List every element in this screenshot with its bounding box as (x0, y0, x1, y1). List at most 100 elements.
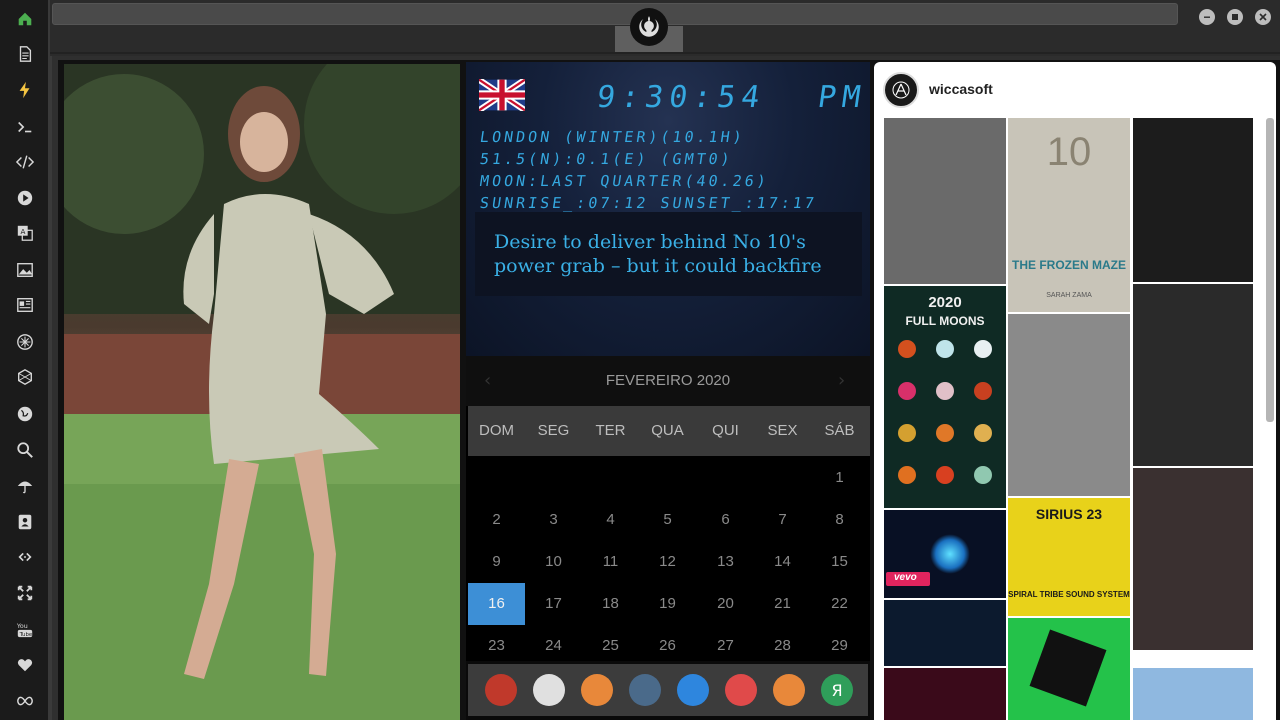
tile-stage-red[interactable] (884, 668, 1006, 720)
calendar-day[interactable]: 14 (754, 541, 811, 583)
calendar-day[interactable]: 5 (639, 499, 696, 541)
weekday-label: SEG (537, 422, 570, 439)
tile-vevo-lights[interactable]: vevo (884, 510, 1006, 598)
tile-woman-dress-bw[interactable] (1008, 314, 1130, 496)
calendar-day[interactable]: 26 (639, 625, 696, 667)
calendar-day[interactable]: 1 (811, 457, 868, 499)
clock-location: LONDON (WINTER)(10.1H) (478, 128, 746, 146)
moon-icon (974, 424, 992, 442)
contacts-icon[interactable] (14, 511, 36, 533)
terminal-icon[interactable] (14, 116, 36, 138)
calendar-day[interactable]: 23 (468, 625, 525, 667)
calendar-day[interactable]: 12 (639, 541, 696, 583)
calendar-day[interactable]: 28 (754, 625, 811, 667)
code-icon[interactable] (14, 151, 36, 173)
moon-icon (974, 466, 992, 484)
lightning-icon[interactable] (14, 79, 36, 101)
black-shape (1029, 629, 1107, 707)
tile-book-frozen-maze-author: SARAH ZAMA (1046, 292, 1092, 299)
address-bar[interactable] (52, 3, 1178, 25)
tile-woman-coat[interactable] (884, 118, 1006, 284)
calendar-day[interactable]: 19 (639, 583, 696, 625)
moon-icon (936, 382, 954, 400)
expand-icon[interactable] (14, 582, 36, 604)
calendar-day[interactable]: 21 (754, 583, 811, 625)
tile-church[interactable] (1133, 668, 1253, 720)
play-icon[interactable] (14, 187, 36, 209)
moon-icon (974, 382, 992, 400)
tile-book-frozen-maze[interactable]: 10 THE FROZEN MAZE SARAH ZAMA (1008, 118, 1130, 312)
calendar-app-icon[interactable] (725, 674, 757, 706)
maximize-button[interactable] (1227, 9, 1243, 25)
weekday-label: TER (595, 422, 626, 439)
minimize-button[interactable] (1199, 9, 1215, 25)
profile-avatar[interactable] (883, 72, 919, 108)
sidebar-scrollbar[interactable] (48, 0, 52, 720)
calendar-day[interactable]: 29 (811, 625, 868, 667)
tile-full-moons[interactable]: 2020 FULL MOONS (884, 286, 1006, 508)
calendar-day[interactable]: 11 (582, 541, 639, 583)
calendar-day[interactable]: 3 (525, 499, 582, 541)
tile-green-art[interactable] (1008, 618, 1130, 720)
youtube-icon[interactable]: You Tube (14, 618, 36, 640)
calendar-day[interactable]: 22 (811, 583, 868, 625)
weekday-label: SEX (767, 422, 798, 439)
umbrella-icon[interactable] (14, 475, 36, 497)
tile-fashion-show[interactable] (1133, 468, 1253, 650)
calendar-day[interactable]: 27 (697, 625, 754, 667)
search-app-icon[interactable] (581, 674, 613, 706)
tile-full-moons-title: 2020 (928, 294, 962, 311)
calendar-day-today[interactable]: 16 (468, 583, 525, 625)
svg-text:You: You (16, 623, 28, 630)
calendar-day[interactable]: 20 (697, 583, 754, 625)
moon-icon (936, 466, 954, 484)
calendar-day[interactable]: 4 (582, 499, 639, 541)
hexagon-icon[interactable] (14, 366, 36, 388)
ya-app-icon[interactable]: Я (821, 674, 853, 706)
heart-icon[interactable] (14, 654, 36, 676)
calendar-day[interactable]: 24 (525, 625, 582, 667)
tile-concert[interactable] (884, 600, 1006, 666)
calendar-day[interactable]: 18 (582, 583, 639, 625)
calendar-day[interactable]: 15 (811, 541, 868, 583)
infinity-icon[interactable] (14, 690, 36, 712)
calendar-day[interactable]: 8 (811, 499, 868, 541)
close-button[interactable] (1255, 9, 1271, 25)
globe-app-icon[interactable] (677, 674, 709, 706)
tile-book-frozen-maze-number: 10 (1046, 130, 1092, 174)
uk-flag-icon (477, 77, 527, 113)
tile-ornate-bw[interactable] (1133, 284, 1253, 466)
rebel-icon[interactable] (14, 331, 36, 353)
calendar-day[interactable]: 2 (468, 499, 525, 541)
calendar-day[interactable]: 13 (697, 541, 754, 583)
news-headline[interactable]: Desire to deliver behind No 10's power g… (494, 230, 844, 278)
calendar-day[interactable]: 6 (697, 499, 754, 541)
home-icon[interactable] (14, 8, 36, 30)
newspaper-icon[interactable] (533, 674, 565, 706)
triangle-app-icon[interactable] (485, 674, 517, 706)
clock-app-icon[interactable] (629, 674, 661, 706)
image-icon[interactable] (14, 259, 36, 281)
calendar-day[interactable]: 9 (468, 541, 525, 583)
rebel-alliance-logo-icon[interactable] (630, 8, 668, 46)
news-icon[interactable] (14, 294, 36, 316)
sidebar (0, 0, 52, 720)
clock-time: 9:30:54 (594, 80, 768, 115)
arrow-app-icon[interactable] (773, 674, 805, 706)
feed-scrollbar[interactable] (1266, 118, 1274, 422)
tile-book-frozen-maze-title: THE FROZEN MAZE (1012, 258, 1126, 272)
calendar-day[interactable]: 7 (754, 499, 811, 541)
document-icon[interactable] (14, 43, 36, 65)
translate-icon[interactable]: A (14, 222, 36, 244)
link-icon[interactable] (14, 546, 36, 568)
calendar-day[interactable]: 10 (525, 541, 582, 583)
tile-sirius-23[interactable]: SIRIUS 23 SPIRAL TRIBE SOUND SYSTEM (1008, 498, 1130, 616)
search-icon[interactable] (14, 439, 36, 461)
profile-username[interactable]: wiccasoft (929, 81, 993, 97)
globe-icon[interactable] (14, 403, 36, 425)
tile-man-cape[interactable] (1133, 118, 1253, 282)
calendar-day[interactable]: 25 (582, 625, 639, 667)
featured-photo[interactable] (64, 64, 460, 720)
clock-coordinates: 51.5(N):0.1(E) (GMT0) (478, 150, 734, 168)
calendar-day[interactable]: 17 (525, 583, 582, 625)
